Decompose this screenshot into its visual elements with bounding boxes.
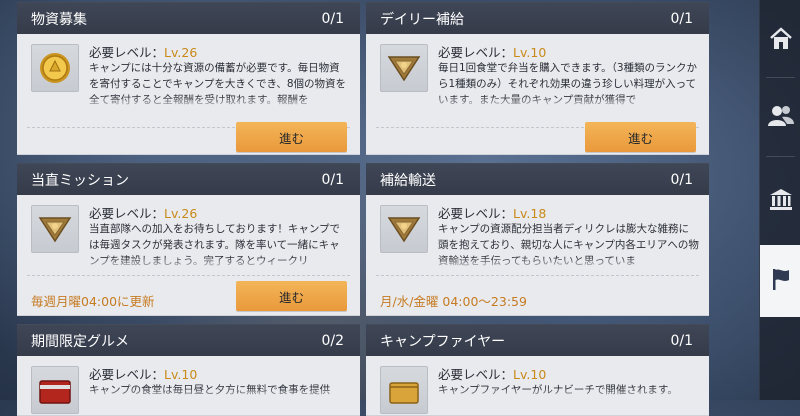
required-level-label: 必要レベル： xyxy=(89,45,165,60)
level-value: Lv.10 xyxy=(513,45,547,60)
level-value: Lv.18 xyxy=(513,206,547,221)
go-button[interactable]: 進む xyxy=(585,122,696,152)
card-header: キャンプファイヤー 0/1 xyxy=(366,324,709,356)
required-level-label: 必要レベル： xyxy=(438,367,514,382)
supply-badge-icon xyxy=(31,205,79,253)
required-level: 必要レベル：Lv.26 xyxy=(89,203,197,222)
card-body: 必要レベル：Lv.10 キャンプファイヤーがルナビーチで開催されます。 xyxy=(366,356,709,416)
card-body: 必要レベル：Lv.26 当直部隊への加入をお待ちしております！キャンプでは毎週タ… xyxy=(17,195,360,316)
card-header: 補給輸送 0/1 xyxy=(366,163,709,195)
sidebar-item-members[interactable] xyxy=(760,89,800,147)
card-daily-supply: デイリー補給 0/1 必要レベル：Lv.10 毎日1回食堂で弁当を購入できます。… xyxy=(366,2,709,155)
card-material-collection: 物資募集 0/1 必要レベル：Lv.26 キャンプには十分な資源の備蓄が必要です… xyxy=(17,2,360,155)
card-title: 期間限定グルメ xyxy=(31,333,129,350)
card-description: 毎日1回食堂で弁当を購入できます。（3種類のランクから1種類のみ）それぞれ効果の… xyxy=(438,60,699,110)
sidebar-item-home[interactable] xyxy=(760,12,800,70)
supply-badge-icon xyxy=(380,205,428,253)
required-level: 必要レベル：Lv.26 xyxy=(89,42,197,61)
divider xyxy=(27,275,350,276)
card-title: キャンプファイヤー xyxy=(380,333,506,350)
card-header: 当直ミッション 0/1 xyxy=(17,163,360,195)
required-level-label: 必要レベル： xyxy=(438,206,514,221)
sidebar-item-facility[interactable] xyxy=(760,172,800,230)
red-lunchbox-icon xyxy=(31,366,79,414)
building-icon xyxy=(768,186,794,216)
card-campfire: キャンプファイヤー 0/1 必要レベル：Lv.10 キャンプファイヤーがルナビー… xyxy=(366,324,709,416)
level-value: Lv.10 xyxy=(164,367,198,382)
card-title: 当直ミッション xyxy=(31,172,129,189)
open-schedule: 月/水/金曜 04:00～23:59 xyxy=(380,294,527,309)
card-title: デイリー補給 xyxy=(380,11,464,28)
required-level-label: 必要レベル： xyxy=(438,45,514,60)
card-body: 必要レベル：Lv.26 キャンプには十分な資源の備蓄が必要です。毎日物資を寄付す… xyxy=(17,34,360,155)
card-title: 物資募集 xyxy=(31,11,87,28)
required-level: 必要レベル：Lv.10 xyxy=(89,364,197,383)
card-limited-gourmet: 期間限定グルメ 0/2 必要レベル：Lv.10 キャンプの食堂は毎日昼と夕方に無… xyxy=(17,324,360,416)
level-value: Lv.26 xyxy=(164,206,198,221)
required-level: 必要レベル：Lv.10 xyxy=(438,42,546,61)
card-progress: 0/1 xyxy=(670,171,693,188)
go-button[interactable]: 進む xyxy=(236,122,347,152)
required-level: 必要レベル：Lv.18 xyxy=(438,203,546,222)
reset-schedule: 毎週月曜04:00に更新 xyxy=(31,294,155,309)
divider xyxy=(376,275,699,276)
sidebar-divider xyxy=(766,77,795,78)
level-value: Lv.10 xyxy=(513,367,547,382)
required-level-label: 必要レベル： xyxy=(89,367,165,382)
card-description: キャンプファイヤーがルナビーチで開催されます。 xyxy=(438,382,699,402)
required-level: 必要レベル：Lv.10 xyxy=(438,364,546,383)
go-button[interactable]: 進む xyxy=(236,281,347,311)
gold-chest-icon xyxy=(380,366,428,414)
card-header: 物資募集 0/1 xyxy=(17,2,360,34)
card-progress: 0/1 xyxy=(321,171,344,188)
card-supply-transport: 補給輸送 0/1 必要レベル：Lv.18 キャンプの資源配分担当者ディリクレは膨… xyxy=(366,163,709,316)
card-header: デイリー補給 0/1 xyxy=(366,2,709,34)
card-body: 必要レベル：Lv.10 キャンプの食堂は毎日昼と夕方に無料で食事を提供 xyxy=(17,356,360,416)
flag-icon xyxy=(769,266,793,296)
card-progress: 0/1 xyxy=(670,332,693,349)
card-header: 期間限定グルメ 0/2 xyxy=(17,324,360,356)
card-duty-mission: 当直ミッション 0/1 必要レベル：Lv.26 当直部隊への加入をお待ちしており… xyxy=(17,163,360,316)
card-progress: 0/1 xyxy=(321,10,344,27)
sidebar-divider xyxy=(766,156,795,157)
members-icon xyxy=(767,103,795,133)
supply-badge-icon xyxy=(380,44,428,92)
card-description: キャンプの資源配分担当者ディリクレは膨大な雑務に頭を抱えており、親切な人にキャン… xyxy=(438,221,699,271)
required-level-label: 必要レベル： xyxy=(89,206,165,221)
gold-coin-icon xyxy=(31,44,79,92)
sidebar xyxy=(759,0,800,400)
home-icon xyxy=(768,26,794,56)
card-title: 補給輸送 xyxy=(380,172,436,189)
card-progress: 0/2 xyxy=(321,332,344,349)
card-description: キャンプには十分な資源の備蓄が必要です。毎日物資を寄付することでキャンプを大きく… xyxy=(89,60,350,110)
card-body: 必要レベル：Lv.10 毎日1回食堂で弁当を購入できます。（3種類のランクから1… xyxy=(366,34,709,155)
sidebar-item-activities[interactable] xyxy=(760,245,800,317)
card-body: 必要レベル：Lv.18 キャンプの資源配分担当者ディリクレは膨大な雑務に頭を抱え… xyxy=(366,195,709,316)
card-description: 当直部隊への加入をお待ちしております！キャンプでは毎週タスクが発表されます。隊を… xyxy=(89,221,350,271)
level-value: Lv.26 xyxy=(164,45,198,60)
card-progress: 0/1 xyxy=(670,10,693,27)
card-description: キャンプの食堂は毎日昼と夕方に無料で食事を提供 xyxy=(89,382,350,402)
